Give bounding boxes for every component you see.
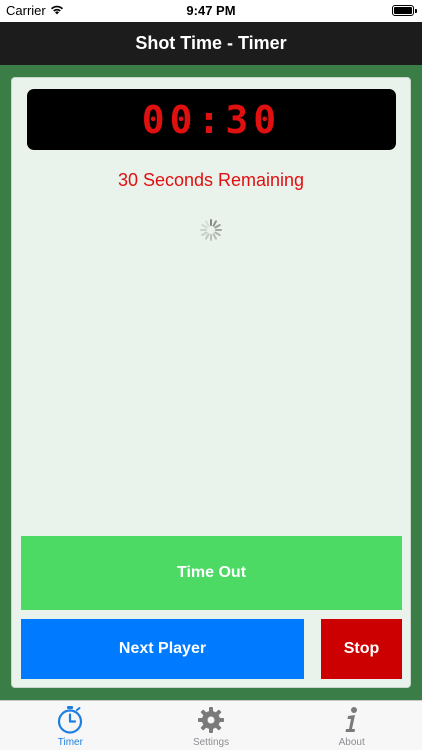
seconds-remaining-label: 30 Seconds Remaining [117, 170, 305, 190]
info-icon [345, 707, 357, 732]
activity-spinner-icon [200, 219, 222, 241]
next-player-button[interactable]: Next Player [21, 619, 304, 679]
tab-label-timer: Timer [57, 737, 83, 748]
tab-bar: Timer Settings About [0, 700, 422, 750]
timer-display: 00:30 [27, 89, 396, 150]
time-out-button[interactable]: Time Out [21, 536, 402, 610]
tab-timer[interactable]: Timer [0, 701, 141, 750]
timer-card: 00:30 30 Seconds Remaining Time Out Next… [11, 77, 411, 688]
navigation-bar: Shot Time - Timer [0, 22, 422, 65]
main-content: 00:30 30 Seconds Remaining Time Out Next… [0, 65, 422, 700]
battery-icon [392, 5, 417, 16]
tab-about[interactable]: About [281, 701, 422, 750]
page-title: Shot Time - Timer [135, 33, 287, 53]
stopwatch-icon [58, 706, 83, 734]
tab-label-settings: Settings [192, 737, 230, 748]
stop-button[interactable]: Stop [321, 619, 402, 679]
tab-label-about: About [338, 737, 365, 748]
timer-digits: 00:30 [141, 97, 282, 142]
gear-icon [198, 707, 224, 733]
status-time: 9:47 PM [186, 3, 236, 18]
tab-settings[interactable]: Settings [141, 701, 282, 750]
status-bar: Carrier 9:47 PM [0, 0, 422, 22]
